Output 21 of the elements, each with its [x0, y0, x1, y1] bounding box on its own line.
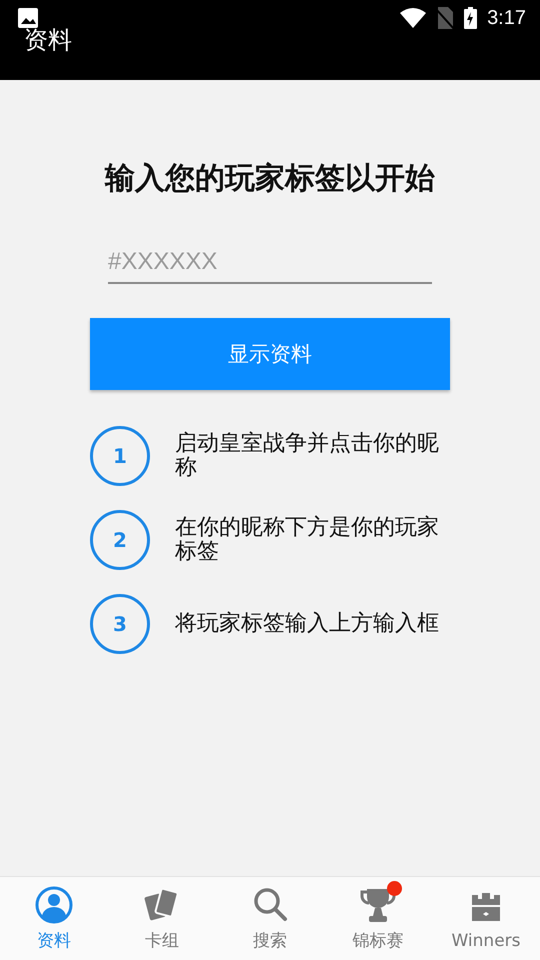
battery-charging-icon [464, 7, 478, 29]
no-sim-icon [436, 7, 454, 29]
step-number: 2 [90, 510, 150, 570]
step-number: 1 [90, 426, 150, 486]
nav-tab[interactable]: 搜索 [216, 877, 324, 960]
show-profile-button[interactable]: 显示资料 [90, 318, 450, 390]
clock-time: 3:17 [487, 6, 526, 30]
nav-tab[interactable]: 资料 [0, 877, 108, 960]
profile-icon [34, 885, 74, 925]
step-text: 在你的昵称下方是你的玩家标签 [175, 516, 440, 564]
wifi-icon [400, 8, 426, 28]
nav-tab[interactable]: 锦标赛 [324, 877, 432, 960]
heading: 输入您的玩家标签以开始 [104, 162, 436, 196]
page-title: 资料 [24, 25, 72, 56]
image-icon [18, 8, 38, 28]
step-text: 将玩家标签输入上方输入框 [175, 612, 440, 636]
player-tag-field[interactable]: #XXXXXX [108, 244, 432, 284]
step-text: 启动皇室战争并点击你的昵称 [175, 432, 440, 480]
nav-tab[interactable]: 卡组 [108, 877, 216, 960]
nav-tab[interactable]: Winners [432, 877, 540, 960]
step-number: 3 [90, 594, 150, 654]
